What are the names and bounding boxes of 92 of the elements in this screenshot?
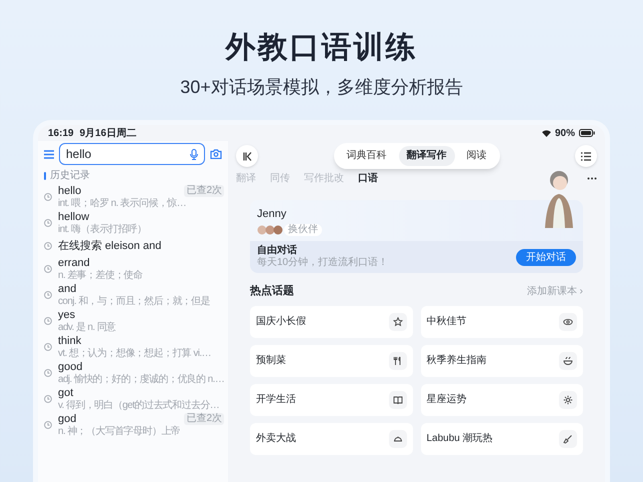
topic-title: 星座运势	[426, 392, 466, 407]
history-word: good	[58, 360, 82, 374]
clock-icon	[44, 193, 52, 201]
topic-title: 国庆小长假	[256, 314, 306, 329]
clock-icon	[44, 219, 52, 227]
word-definition: n. 神；（大写首字母时）上帝	[58, 426, 180, 438]
history-item[interactable]: errand n. 差事；差使；使命	[38, 256, 228, 282]
word-definition: int. 嗨（表示打招呼）	[58, 224, 146, 236]
camera-icon[interactable]	[210, 149, 222, 159]
clock-icon	[44, 421, 52, 429]
word-definition: adj. 愉快的；好的；虔诚的；优良的 n.…	[58, 374, 224, 386]
topic-title: 预制菜	[256, 354, 286, 368]
partner-name: Jenny	[257, 208, 288, 221]
history-item[interactable]: and conj. 和，与；而且；然后；就；但是	[38, 282, 228, 308]
tab[interactable]: 口语	[358, 171, 378, 186]
utensils-icon	[392, 356, 402, 366]
history-item[interactable]: god 已查2次 n. 神；（大写首字母时）上帝	[38, 412, 228, 438]
wifi-icon	[542, 130, 551, 136]
food-cover-icon	[392, 434, 402, 444]
word-definition: vt. 想；认为；想像；想起；打算 vi.…	[58, 348, 211, 360]
hero-title: 外教口语训练	[226, 30, 418, 66]
history-item[interactable]: yes adv. 是 n. 同意	[38, 308, 228, 334]
word-definition: n. 差事；差使；使命	[58, 270, 143, 282]
history-word: got	[58, 386, 74, 400]
list-button[interactable]	[575, 145, 597, 167]
history-item[interactable]: 在线搜索 eleison and	[38, 236, 228, 256]
lookup-count-badge: 已查2次	[184, 413, 224, 425]
mode-subtitle: 每天10分钟，打造流利口语！	[257, 257, 388, 269]
topic-title: 秋季养生指南	[426, 354, 486, 368]
word-definition: v. 得到，明白（get的过去式和过去分…	[58, 400, 220, 412]
hero-subtitle: 30+对话场景模拟，多维度分析报告	[180, 76, 463, 98]
menu-icon[interactable]	[44, 150, 54, 158]
topic-card[interactable]: 开学生活	[250, 384, 412, 416]
history-item[interactable]: think vt. 想；认为；想像；想起；打算 vi.…	[38, 334, 228, 360]
topic-card[interactable]: 预制菜	[250, 344, 412, 376]
topic-card[interactable]: 秋季养生指南	[420, 344, 583, 376]
tab[interactable]: 翻译写作	[398, 146, 454, 166]
word-definition: conj. 和，与；而且；然后；就；但是	[58, 296, 210, 308]
history-word: hello	[58, 184, 82, 198]
eye-icon	[563, 316, 573, 326]
section-title: 热点话题	[250, 284, 294, 299]
list-icon	[581, 152, 591, 160]
topic-title: 中秋佳节	[426, 314, 466, 329]
clock-icon	[44, 395, 52, 403]
search-field[interactable]: hello	[59, 143, 205, 165]
topic-title: 外卖大战	[256, 432, 296, 446]
collapse-icon	[242, 152, 252, 160]
history-label: 历史记录	[50, 170, 90, 182]
battery-percent: 90%	[554, 126, 575, 140]
history-word: think	[58, 334, 82, 348]
word-definition: int. 喂；哈罗 n. 表示问候，惊…	[58, 198, 186, 210]
clock-icon	[44, 265, 52, 273]
mode-title: 自由对话	[257, 245, 297, 257]
topic-title: 开学生活	[256, 392, 296, 407]
clock-icon	[44, 317, 52, 325]
star-icon	[392, 316, 402, 326]
collapse-sidebar-button[interactable]	[236, 145, 258, 167]
status-date: 9月16日周二	[80, 126, 136, 140]
section-marker	[44, 172, 46, 180]
book-icon	[392, 394, 402, 404]
clock-icon	[44, 343, 52, 351]
history-item[interactable]: hello 已查2次 int. 喂；哈罗 n. 表示问候，惊…	[38, 184, 228, 210]
more-icon[interactable]	[587, 177, 597, 180]
tab[interactable]: 阅读	[458, 146, 494, 166]
history-word: hellow	[58, 210, 90, 224]
avatar-group-icon	[257, 225, 283, 235]
topic-title: Labubu 潮玩热	[426, 432, 493, 446]
brush-icon	[563, 434, 573, 444]
history-word: 在线搜索 eleison and	[58, 240, 162, 252]
history-word: and	[58, 282, 76, 296]
topic-card[interactable]: 中秋佳节	[420, 306, 583, 338]
history-word: yes	[58, 308, 76, 322]
topic-card[interactable]: 外卖大战	[250, 422, 412, 454]
topic-card[interactable]: 国庆小长假	[250, 306, 412, 338]
clock-icon	[44, 291, 52, 299]
microphone-icon[interactable]	[190, 148, 198, 160]
topic-card[interactable]: Labubu 潮玩热	[420, 422, 583, 454]
history-word: god	[58, 412, 76, 426]
history-item[interactable]: hellow int. 嗨（表示打招呼）	[38, 210, 228, 236]
topic-card[interactable]: 星座运势	[420, 384, 583, 416]
bowl-icon	[563, 356, 573, 366]
tab[interactable]: 词典百科	[338, 146, 394, 166]
lookup-count-badge: 已查2次	[184, 185, 224, 197]
history-word: errand	[58, 256, 90, 270]
clock-icon	[44, 242, 52, 250]
battery-icon	[579, 129, 595, 137]
history-item[interactable]: good adj. 愉快的；好的；虔诚的；优良的 n.…	[38, 360, 228, 386]
start-conversation-button[interactable]: 开始对话	[516, 248, 576, 266]
word-definition: adv. 是 n. 同意	[58, 322, 116, 334]
status-time: 16:19	[48, 126, 74, 140]
history-item[interactable]: got v. 得到，明白（get的过去式和过去分…	[38, 386, 228, 412]
clock-icon	[44, 369, 52, 377]
